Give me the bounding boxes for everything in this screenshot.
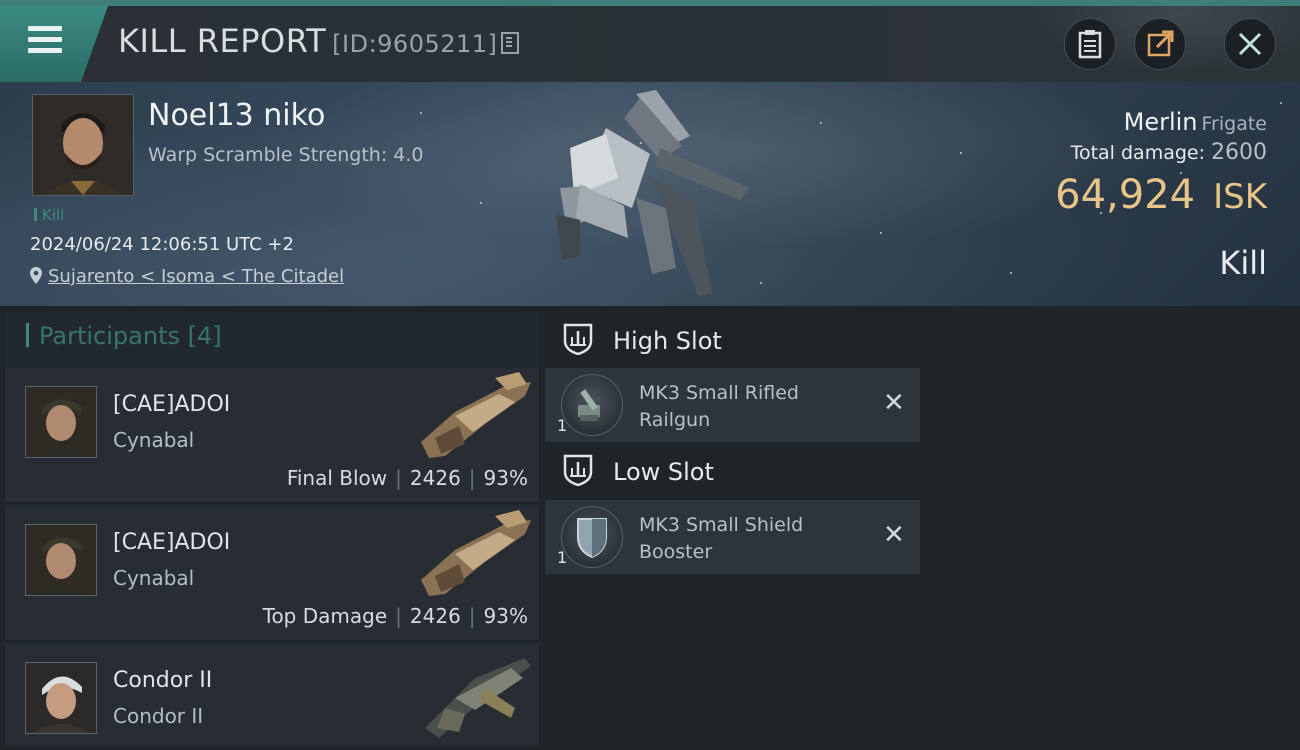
participant-row[interactable]: Condor II Condor II — [5, 644, 539, 746]
hamburger-menu-icon — [28, 26, 62, 31]
destroyed-mark-icon: ✕ — [883, 388, 905, 418]
high-slot-header: High Slot — [545, 313, 920, 369]
participant-row[interactable]: [CAE]ADOI Cynabal Final Blow | 2426 | 93% — [5, 368, 539, 504]
participant-stats: Top Damage | 2426 | 93% — [263, 604, 528, 628]
module-quantity: 1 — [557, 416, 568, 435]
location-pin-icon — [30, 267, 42, 284]
share-icon — [1147, 30, 1174, 57]
participant-role: Final Blow — [286, 466, 388, 490]
participants-header: Participants [4] — [26, 322, 222, 350]
close-button[interactable] — [1224, 18, 1276, 70]
participant-stats: Final Blow | 2426 | 93% — [287, 466, 528, 490]
clipboard-button[interactable] — [1064, 18, 1116, 70]
victim-ship-class: Frigate — [1201, 113, 1267, 135]
kill-result-label: Kill — [1219, 244, 1267, 282]
participant-avatar[interactable] — [25, 386, 97, 458]
victim-portrait-image — [33, 95, 133, 195]
total-damage: Total damage: 2600 — [1071, 140, 1267, 165]
participant-name: Condor II — [113, 668, 213, 693]
kill-datetime: 2024/06/24 12:06:51 UTC +2 — [30, 234, 294, 255]
participants-count: [4] — [187, 322, 222, 350]
participant-avatar[interactable] — [25, 662, 97, 734]
total-damage-label: Total damage: — [1070, 142, 1205, 164]
share-button[interactable] — [1134, 18, 1186, 70]
stat-separator: | — [395, 604, 402, 628]
kill-location-link[interactable]: Sujarento < Isoma < The Citadel — [48, 266, 344, 287]
kill-type-tag: Kill — [34, 206, 64, 224]
participant-percent: 93% — [483, 466, 528, 490]
low-slot-title: Low Slot — [613, 458, 714, 486]
participant-portrait-image — [26, 387, 96, 457]
clipboard-icon — [1078, 30, 1102, 59]
destroyed-mark-icon: ✕ — [883, 520, 905, 550]
victim-avatar[interactable] — [32, 94, 134, 196]
participant-percent: 93% — [483, 604, 528, 628]
victim-ship-image[interactable] — [540, 88, 780, 302]
participant-ship: Cynabal — [113, 428, 195, 452]
module-name: MK3 Small Shield Booster — [639, 512, 869, 566]
participant-ship-image — [421, 510, 531, 596]
module-name: MK3 Small Rifled Railgun — [639, 380, 869, 434]
participant-portrait-image — [26, 525, 96, 595]
stat-separator: | — [468, 604, 476, 628]
module-row[interactable]: 1 MK3 Small Shield Booster ✕ — [545, 500, 920, 574]
participant-portrait-image — [26, 663, 96, 733]
stat-separator: | — [395, 466, 402, 490]
shield-booster-icon — [561, 506, 623, 568]
participant-role: Top Damage — [262, 604, 388, 628]
participant-ship-image — [421, 372, 531, 458]
module-row[interactable]: 1 MK3 Small Rifled Railgun ✕ — [545, 368, 920, 442]
high-slot-title: High Slot — [613, 327, 722, 355]
victim-name[interactable]: Noel13 niko — [148, 98, 325, 133]
participants-label: Participants — [39, 322, 180, 350]
victim-ship[interactable]: Merlin Frigate — [1124, 108, 1267, 136]
total-damage-value: 2600 — [1211, 140, 1267, 165]
page-title-text: KILL REPORT — [118, 22, 327, 60]
participant-damage: 2426 — [409, 466, 461, 490]
victim-summary-panel: Noel13 niko Warp Scramble Strength: 4.0 … — [0, 82, 1300, 306]
warp-scramble-strength: Warp Scramble Strength: 4.0 — [148, 144, 424, 166]
shield-icon — [563, 454, 593, 486]
module-name-line2: Booster — [639, 541, 713, 563]
kill-location[interactable]: Sujarento < Isoma < The Citadel — [30, 266, 344, 287]
victim-ship-name: Merlin — [1123, 108, 1198, 136]
participant-name: [CAE]ADOI — [113, 392, 231, 417]
copy-icon[interactable] — [501, 32, 520, 54]
participant-row[interactable]: [CAE]ADOI Cynabal Top Damage | 2426 | 93% — [5, 506, 539, 642]
participant-ship: Cynabal — [113, 566, 195, 590]
report-id: [ID:9605211] — [332, 30, 498, 58]
hamburger-menu-icon-bar — [28, 37, 62, 42]
railgun-icon — [561, 374, 623, 436]
participant-avatar[interactable] — [25, 524, 97, 596]
participant-name: [CAE]ADOI — [113, 530, 231, 555]
low-slot-header: Low Slot — [545, 444, 920, 500]
module-quantity: 1 — [557, 548, 568, 567]
module-name-line1: MK3 Small Rifled — [639, 382, 799, 404]
isk-unit: ISK — [1213, 177, 1267, 217]
module-name-line1: MK3 Small Shield — [639, 514, 804, 536]
isk-value: 64,924 ISK — [1055, 172, 1267, 218]
participant-ship: Condor II — [113, 704, 204, 728]
isk-amount: 64,924 — [1055, 172, 1196, 218]
participant-damage: 2426 — [409, 604, 461, 628]
participant-ship-image — [425, 658, 531, 738]
close-icon — [1238, 32, 1262, 56]
stat-separator: | — [468, 466, 476, 490]
hamburger-menu-icon-bar — [28, 48, 62, 53]
page-title: KILL REPORT [ID:9605211] — [118, 22, 520, 60]
module-name-line2: Railgun — [639, 409, 711, 431]
shield-icon — [563, 323, 593, 355]
